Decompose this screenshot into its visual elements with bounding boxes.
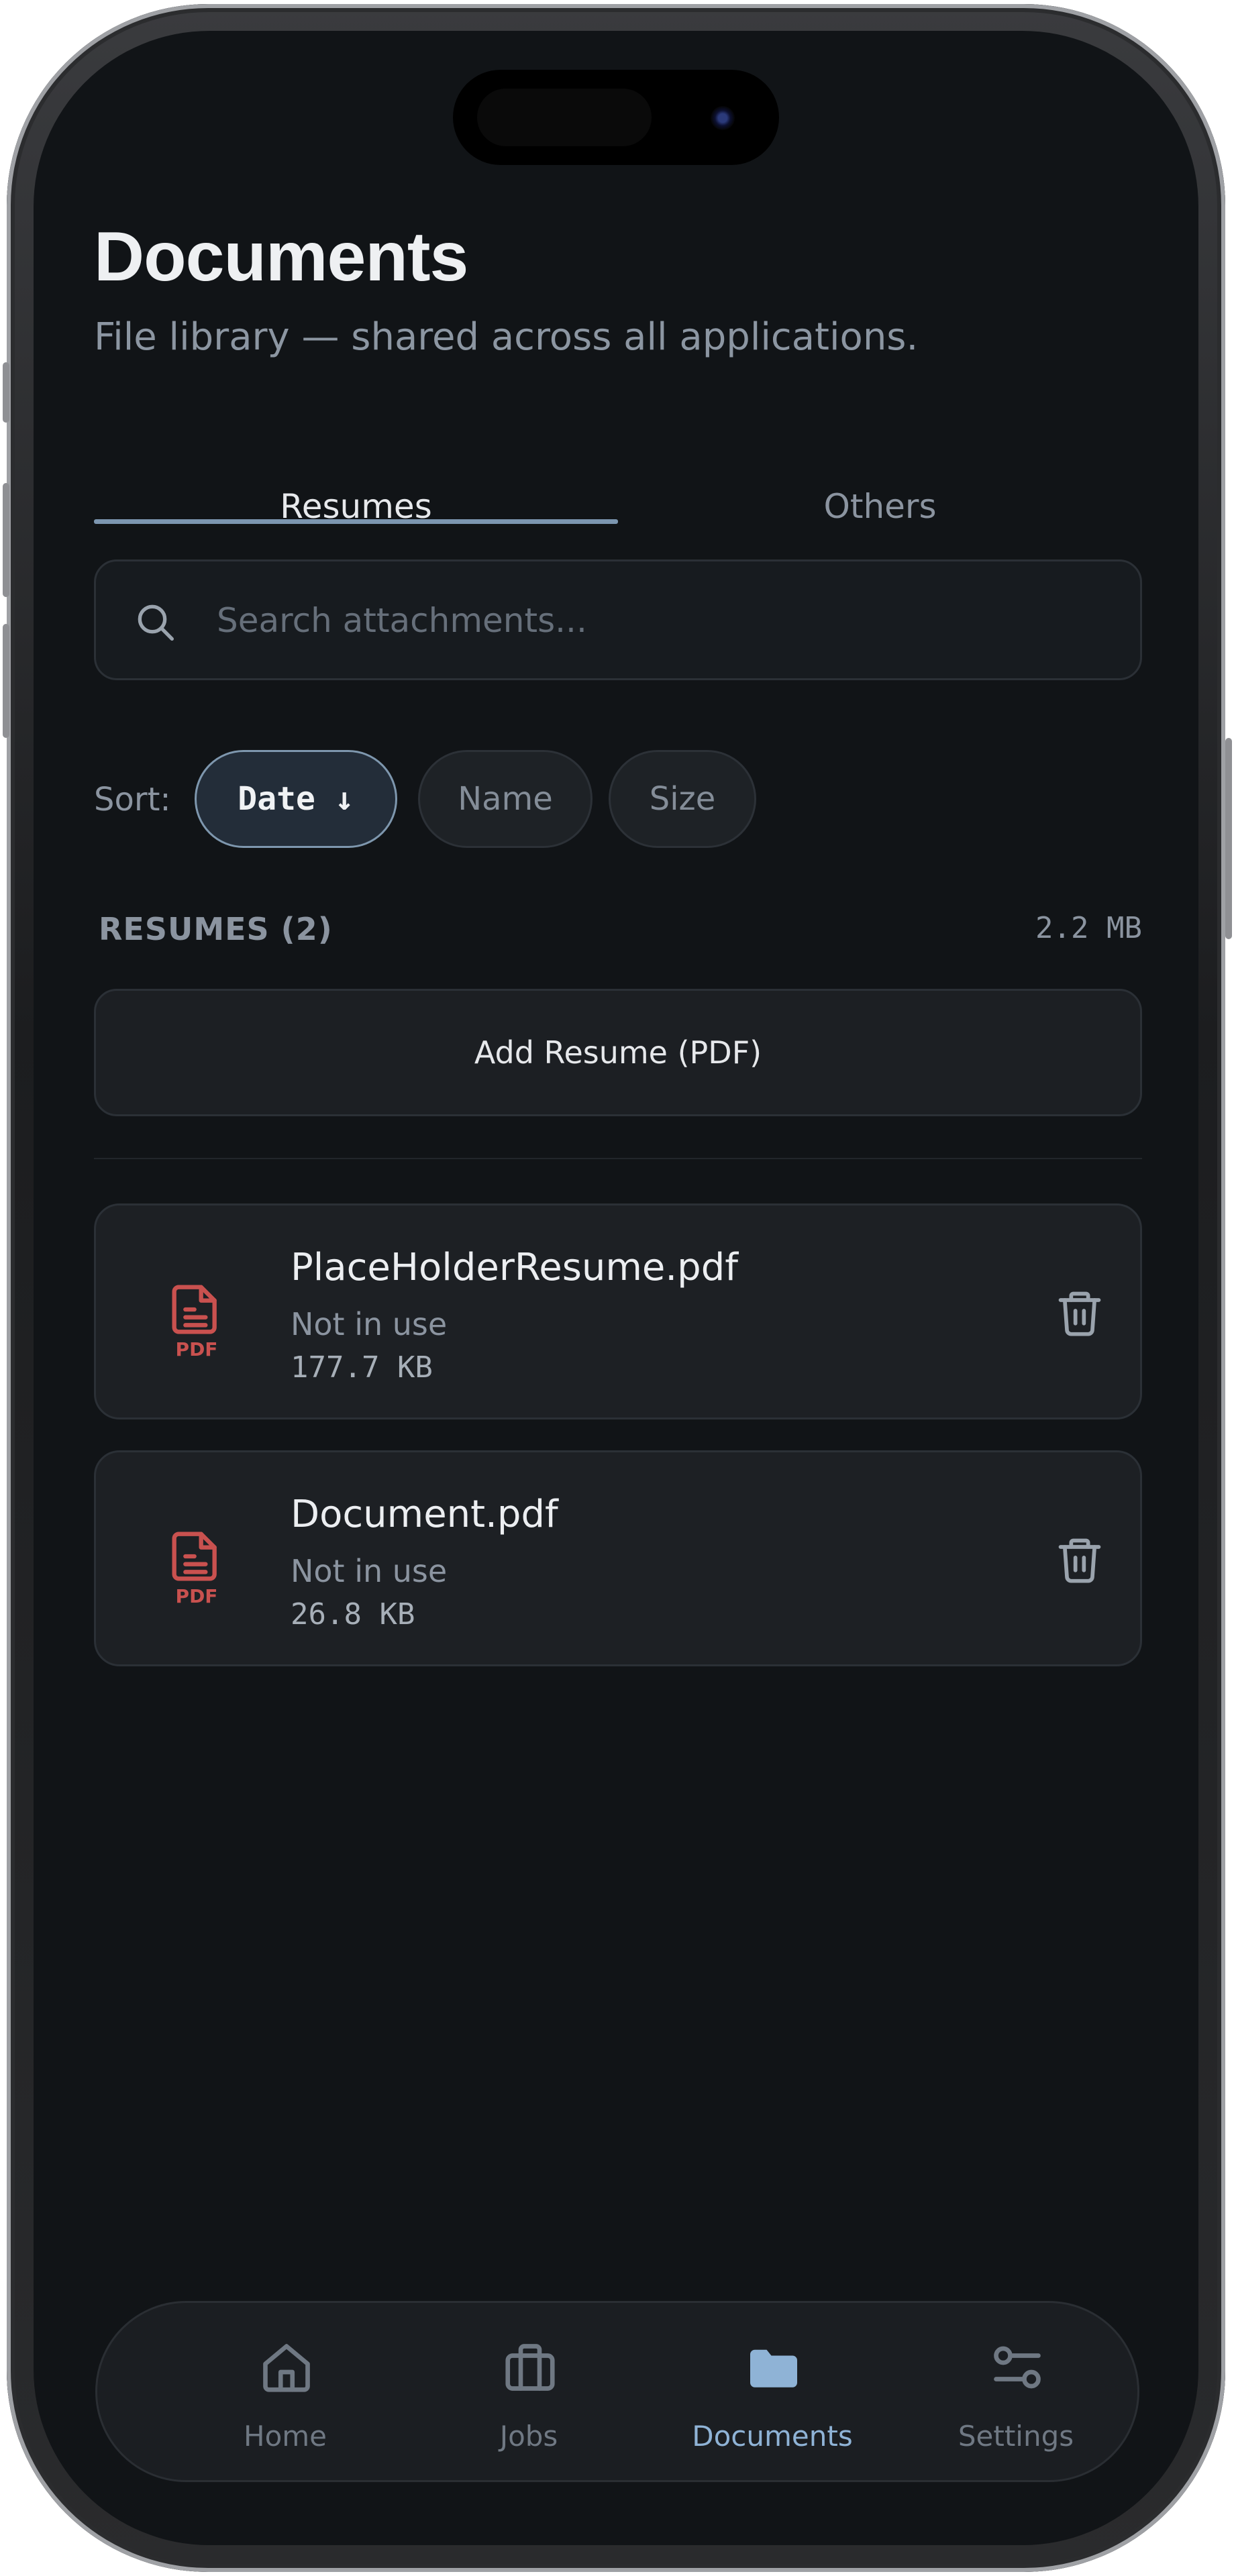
- sliders-icon: [994, 2346, 1041, 2389]
- file-name: Document.pdf: [291, 1493, 558, 1536]
- nav-label: Home: [243, 2420, 327, 2453]
- action-button: [3, 362, 9, 423]
- nav-label: Settings: [958, 2420, 1074, 2453]
- file-card[interactable]: PDF PlaceHolderResume.pdf Not in use 177…: [94, 1203, 1142, 1419]
- file-status: Not in use: [291, 1306, 448, 1342]
- volume-down-button: [3, 624, 9, 738]
- divider: [94, 1158, 1142, 1159]
- nav-home[interactable]: Home: [164, 2303, 406, 2480]
- active-tab-indicator: [94, 519, 618, 524]
- file-card[interactable]: PDF Document.pdf Not in use 26.8 KB: [94, 1450, 1142, 1666]
- file-status: Not in use: [291, 1553, 448, 1589]
- section-label: RESUMES (2): [99, 911, 333, 947]
- add-resume-button[interactable]: Add Resume (PDF): [94, 989, 1142, 1116]
- nav-settings[interactable]: Settings: [895, 2303, 1137, 2480]
- trash-icon[interactable]: [1054, 1534, 1105, 1585]
- search-input[interactable]: [215, 561, 1090, 680]
- pdf-tag: PDF: [175, 1585, 218, 1607]
- search-box[interactable]: [94, 559, 1142, 680]
- bottom-nav: Home Jobs Documents Settings: [95, 2301, 1139, 2482]
- section-total-size: 2.2 MB: [1035, 911, 1142, 945]
- volume-up-button: [3, 483, 9, 597]
- sort-label: Sort:: [94, 781, 171, 818]
- nav-label: Jobs: [499, 2420, 558, 2453]
- folder-icon: [750, 2349, 797, 2387]
- nav-label: Documents: [692, 2420, 853, 2453]
- home-icon: [263, 2344, 310, 2392]
- content-layer: Sort: Date ↓ Name Size RESUMES (2) 2.2 M…: [34, 31, 1198, 2545]
- sort-date-chip[interactable]: Date ↓: [195, 750, 397, 848]
- power-button: [1225, 738, 1232, 939]
- file-name: PlaceHolderResume.pdf: [291, 1246, 738, 1289]
- pdf-tag: PDF: [175, 1338, 218, 1360]
- nav-jobs[interactable]: Jobs: [408, 2303, 650, 2480]
- briefcase-icon: [505, 2344, 555, 2391]
- file-size: 177.7 KB: [291, 1350, 433, 1385]
- sort-size-chip[interactable]: Size: [609, 750, 756, 848]
- nav-documents[interactable]: Documents: [652, 2303, 893, 2480]
- sort-name-chip[interactable]: Name: [418, 750, 593, 848]
- file-size: 26.8 KB: [291, 1597, 415, 1631]
- trash-icon[interactable]: [1054, 1287, 1105, 1338]
- search-icon: [138, 604, 174, 641]
